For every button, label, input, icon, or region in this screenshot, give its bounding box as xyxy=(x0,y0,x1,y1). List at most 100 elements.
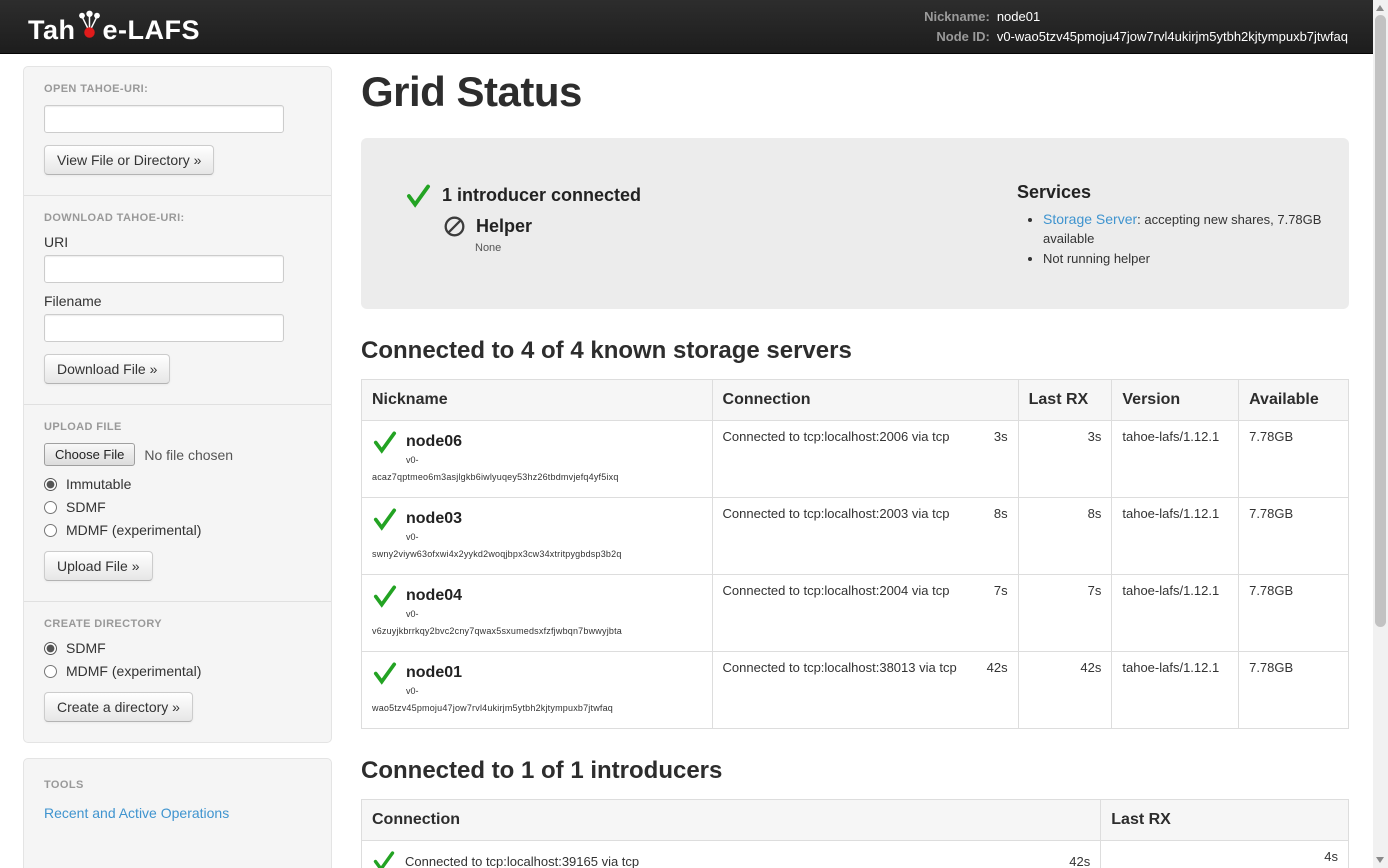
table-row: node06 v0- acaz7qptmeo6m3asjlgkb6iwlyuqe… xyxy=(362,421,1349,498)
page-scrollbar[interactable] xyxy=(1373,0,1388,868)
introducer-connection-age: 42s xyxy=(1069,854,1090,868)
open-uri-input[interactable] xyxy=(44,105,284,133)
col-header-version: Version xyxy=(1112,380,1239,421)
radio-immutable-label: Immutable xyxy=(66,476,131,492)
server-connection: Connected to tcp:localhost:38013 via tcp xyxy=(723,660,957,675)
radio-mkdir-mdmf-label: MDMF (experimental) xyxy=(66,663,201,679)
storage-server-link[interactable]: Storage Server xyxy=(1043,211,1137,227)
download-uri-section: DOWNLOAD TAHOE-URI: URI Filename Downloa… xyxy=(24,196,331,405)
server-id-prefix: v0- xyxy=(406,686,702,696)
server-connection: Connected to tcp:localhost:2004 via tcp xyxy=(723,583,950,598)
server-nickname: node03 xyxy=(406,510,462,528)
introducer-last-rx: 4s xyxy=(1101,841,1349,868)
upload-format-mdmf[interactable]: MDMF (experimental) xyxy=(44,522,311,538)
filename-field-label: Filename xyxy=(44,293,311,309)
server-connection-age: 3s xyxy=(994,429,1008,444)
sidebar: OPEN TAHOE-URI: View File or Directory »… xyxy=(23,66,332,868)
nickname-label: Nickname: xyxy=(924,9,990,25)
main-content: Grid Status 1 introducer connected xyxy=(361,66,1349,868)
servers-heading: Connected to 4 of 4 known storage server… xyxy=(361,337,1349,365)
sidebar-forms-panel: OPEN TAHOE-URI: View File or Directory »… xyxy=(23,66,332,743)
radio-mkdir-sdmf-label: SDMF xyxy=(66,640,106,656)
download-file-button[interactable]: Download File » xyxy=(44,354,170,384)
top-navbar: Tah e-LAFS Nickname: node01 Node ID: v0-… xyxy=(0,0,1388,54)
server-connection-age: 8s xyxy=(994,506,1008,521)
view-file-button[interactable]: View File or Directory » xyxy=(44,145,214,175)
upload-file-label: UPLOAD FILE xyxy=(44,421,311,433)
server-id-prefix: v0- xyxy=(406,455,702,465)
download-filename-input[interactable] xyxy=(44,314,284,342)
scrollbar-thumb[interactable] xyxy=(1375,15,1386,627)
storage-servers-table: Nickname Connection Last RX Version Avai… xyxy=(361,379,1349,729)
server-version: tahoe-lafs/1.12.1 xyxy=(1112,421,1239,498)
connected-check-icon xyxy=(372,429,398,455)
create-directory-button[interactable]: Create a directory » xyxy=(44,692,193,722)
server-connection: Connected to tcp:localhost:2003 via tcp xyxy=(723,506,950,521)
open-uri-label: OPEN TAHOE-URI: xyxy=(44,83,311,95)
radio-upload-sdmf-label: SDMF xyxy=(66,499,106,515)
introducer-summary-text: 1 introducer connected xyxy=(442,185,641,206)
introducers-heading: Connected to 1 of 1 introducers xyxy=(361,757,1349,785)
server-version: tahoe-lafs/1.12.1 xyxy=(1112,575,1239,652)
introducer-connection: Connected to tcp:localhost:39165 via tcp xyxy=(405,854,639,868)
node-id-label: Node ID: xyxy=(924,29,990,45)
helper-status-line: Helper xyxy=(443,215,1017,238)
connected-check-icon xyxy=(372,660,398,686)
connected-check-icon xyxy=(372,506,398,532)
tahoe-lafs-logo[interactable]: Tah e-LAFS xyxy=(28,10,200,44)
helper-none-icon xyxy=(443,215,466,238)
server-id-prefix: v0- xyxy=(406,609,702,619)
table-row: node03 v0- swny2viyw63ofxwi4x2yykd2woqjb… xyxy=(362,498,1349,575)
page-title: Grid Status xyxy=(361,68,1349,116)
server-last-rx: 8s xyxy=(1018,498,1112,575)
introducers-table: Connection Last RX Connected to tcp:loca… xyxy=(361,799,1349,868)
col-header-last-rx: Last RX xyxy=(1018,380,1112,421)
server-connection-age: 42s xyxy=(987,660,1008,675)
scrollbar-down-arrow-icon[interactable] xyxy=(1376,857,1384,863)
node-info: Nickname: node01 Node ID: v0-wao5tzv45pm… xyxy=(924,9,1348,44)
upload-file-button[interactable]: Upload File » xyxy=(44,551,153,581)
server-available: 7.78GB xyxy=(1239,498,1349,575)
server-nickname: node06 xyxy=(406,433,462,451)
radio-upload-sdmf[interactable] xyxy=(44,501,57,514)
choose-file-button[interactable]: Choose File xyxy=(44,443,135,466)
logo-text-post: e-LAFS xyxy=(103,17,201,44)
radio-mkdir-sdmf[interactable] xyxy=(44,642,57,655)
services-list: Storage Server: accepting new shares, 7.… xyxy=(1043,210,1335,268)
server-connection-age: 7s xyxy=(994,583,1008,598)
nickname-value: node01 xyxy=(997,9,1348,25)
col-header-nickname: Nickname xyxy=(362,380,713,421)
download-uri-label: DOWNLOAD TAHOE-URI: xyxy=(44,212,311,224)
grid-status-summary: 1 introducer connected Helper None Servi… xyxy=(361,138,1349,309)
node-id-value: v0-wao5tzv45pmoju47jow7rvl4ukirjm5ytbh2k… xyxy=(997,29,1348,45)
file-chosen-status: No file chosen xyxy=(144,447,233,463)
server-last-rx: 7s xyxy=(1018,575,1112,652)
server-available: 7.78GB xyxy=(1239,575,1349,652)
connected-check-icon xyxy=(372,849,396,868)
radio-immutable[interactable] xyxy=(44,478,57,491)
tools-label: TOOLS xyxy=(44,779,311,791)
mkdir-format-mdmf[interactable]: MDMF (experimental) xyxy=(44,663,311,679)
create-directory-label: CREATE DIRECTORY xyxy=(44,618,311,630)
upload-format-immutable[interactable]: Immutable xyxy=(44,476,311,492)
radio-upload-mdmf[interactable] xyxy=(44,524,57,537)
server-id-prefix: v0- xyxy=(406,532,702,542)
services-title: Services xyxy=(1017,182,1335,203)
service-item-storage: Storage Server: accepting new shares, 7.… xyxy=(1043,210,1335,248)
table-row: node01 v0- wao5tzv45pmoju47jow7rvl4ukirj… xyxy=(362,652,1349,729)
radio-mkdir-mdmf[interactable] xyxy=(44,665,57,678)
recent-operations-link[interactable]: Recent and Active Operations xyxy=(44,805,229,821)
table-row: Connected to tcp:localhost:39165 via tcp… xyxy=(362,841,1349,868)
server-id: wao5tzv45pmoju47jow7rvl4ukirjm5ytbh2kjty… xyxy=(372,703,702,713)
mkdir-format-sdmf[interactable]: SDMF xyxy=(44,640,311,656)
radio-upload-mdmf-label: MDMF (experimental) xyxy=(66,522,201,538)
table-row: node04 v0- v6zuyjkbrrkqy2bvc2cny7qwax5sx… xyxy=(362,575,1349,652)
server-connection: Connected to tcp:localhost:2006 via tcp xyxy=(723,429,950,444)
helper-title: Helper xyxy=(476,216,532,237)
upload-format-sdmf[interactable]: SDMF xyxy=(44,499,311,515)
uri-field-label: URI xyxy=(44,234,311,250)
download-uri-input[interactable] xyxy=(44,255,284,283)
open-uri-section: OPEN TAHOE-URI: View File or Directory » xyxy=(24,67,331,196)
scrollbar-up-arrow-icon[interactable] xyxy=(1376,5,1384,11)
col-header-connection: Connection xyxy=(712,380,1018,421)
